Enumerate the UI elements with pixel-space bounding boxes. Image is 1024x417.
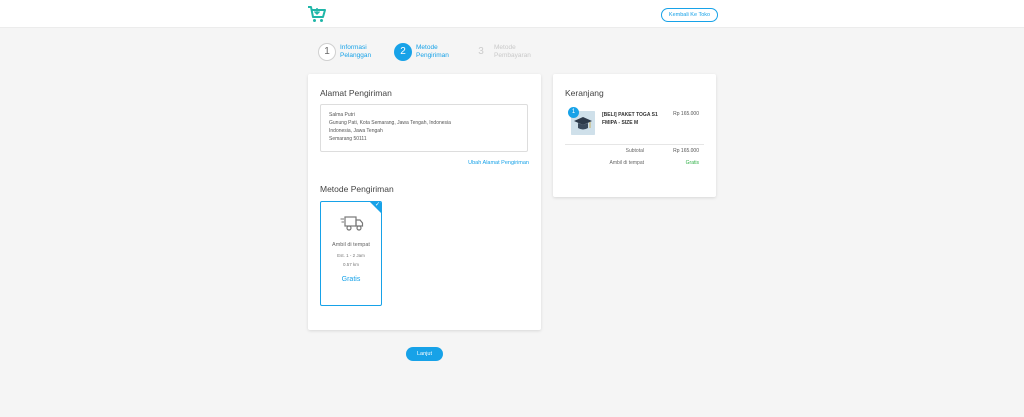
cart-item-name: [BELI] PAKET TOGA S1 FMIPA - SIZE M (602, 112, 658, 126)
step-number: 3 (478, 46, 484, 57)
divider (565, 144, 704, 145)
step-label-line2: Pembayaran (494, 52, 531, 59)
shipping-option-pickup[interactable]: ✓ Ambil di tempat Est. 1 - 2 Jam 0.57 km… (320, 201, 382, 306)
shipping-card: Alamat Pengiriman Salma Putri Gunung Pat… (308, 74, 541, 330)
cart-title: Keranjang (565, 88, 604, 98)
next-button[interactable]: Lanjut (406, 347, 443, 361)
address-line: Salma Putri (329, 112, 355, 118)
subtotal-value: Rp 165.000 (673, 148, 699, 154)
cart-card: Keranjang 1 [BELI] PAKET TOGA S1 FMIPA -… (553, 74, 716, 197)
address-line: Indonesia, Jawa Tengah (329, 128, 383, 134)
shipping-method-title: Metode Pengiriman (320, 184, 394, 194)
shipping-option-price: Gratis (341, 276, 361, 283)
shipping-cost-label: Ambil di tempat (609, 160, 644, 166)
checkmark-icon: ✓ (374, 202, 380, 208)
shipping-cost-value: Gratis (685, 160, 699, 166)
quantity-badge: 1 (568, 107, 579, 118)
truck-icon (340, 216, 364, 231)
shopping-cart-icon[interactable] (307, 5, 327, 23)
address-line: Gunung Pati, Kota Semarang, Jawa Tengah,… (329, 120, 451, 126)
subtotal-label: Subtotal (625, 148, 644, 154)
shipping-address-title: Alamat Pengiriman (320, 88, 392, 98)
step-label-line2: Pengiriman (416, 52, 449, 59)
step-number: 2 (394, 43, 412, 61)
address-line: Semarang 50111 (329, 136, 367, 142)
step-label-line1: Metode (416, 44, 438, 51)
step-number: 1 (318, 43, 336, 61)
back-to-store-button[interactable]: Kembali Ke Toko (661, 8, 718, 22)
step-label: Metode Pembayaran (494, 44, 534, 60)
shipping-option-name: Ambil di tempat (332, 242, 370, 248)
edit-address-link[interactable]: Ubah Alamat Pengiriman (468, 160, 529, 166)
shipping-option-distance: 0.57 km (342, 262, 359, 267)
shipping-option-estimate: Est. 1 - 2 Jam (337, 253, 365, 258)
step-label: Metode Pengiriman (416, 44, 456, 60)
step-label-line1: Metode (494, 44, 516, 51)
address-box: Salma Putri Gunung Pati, Kota Semarang, … (320, 104, 528, 152)
step-label-line2: Pelanggan (340, 52, 372, 59)
step-label: Informasi Pelanggan (340, 44, 380, 60)
top-bar: Kembali Ke Toko (0, 0, 1024, 28)
cart-item-price: Rp 165.000 (673, 111, 699, 117)
step-label-line1: Informasi (340, 44, 367, 51)
